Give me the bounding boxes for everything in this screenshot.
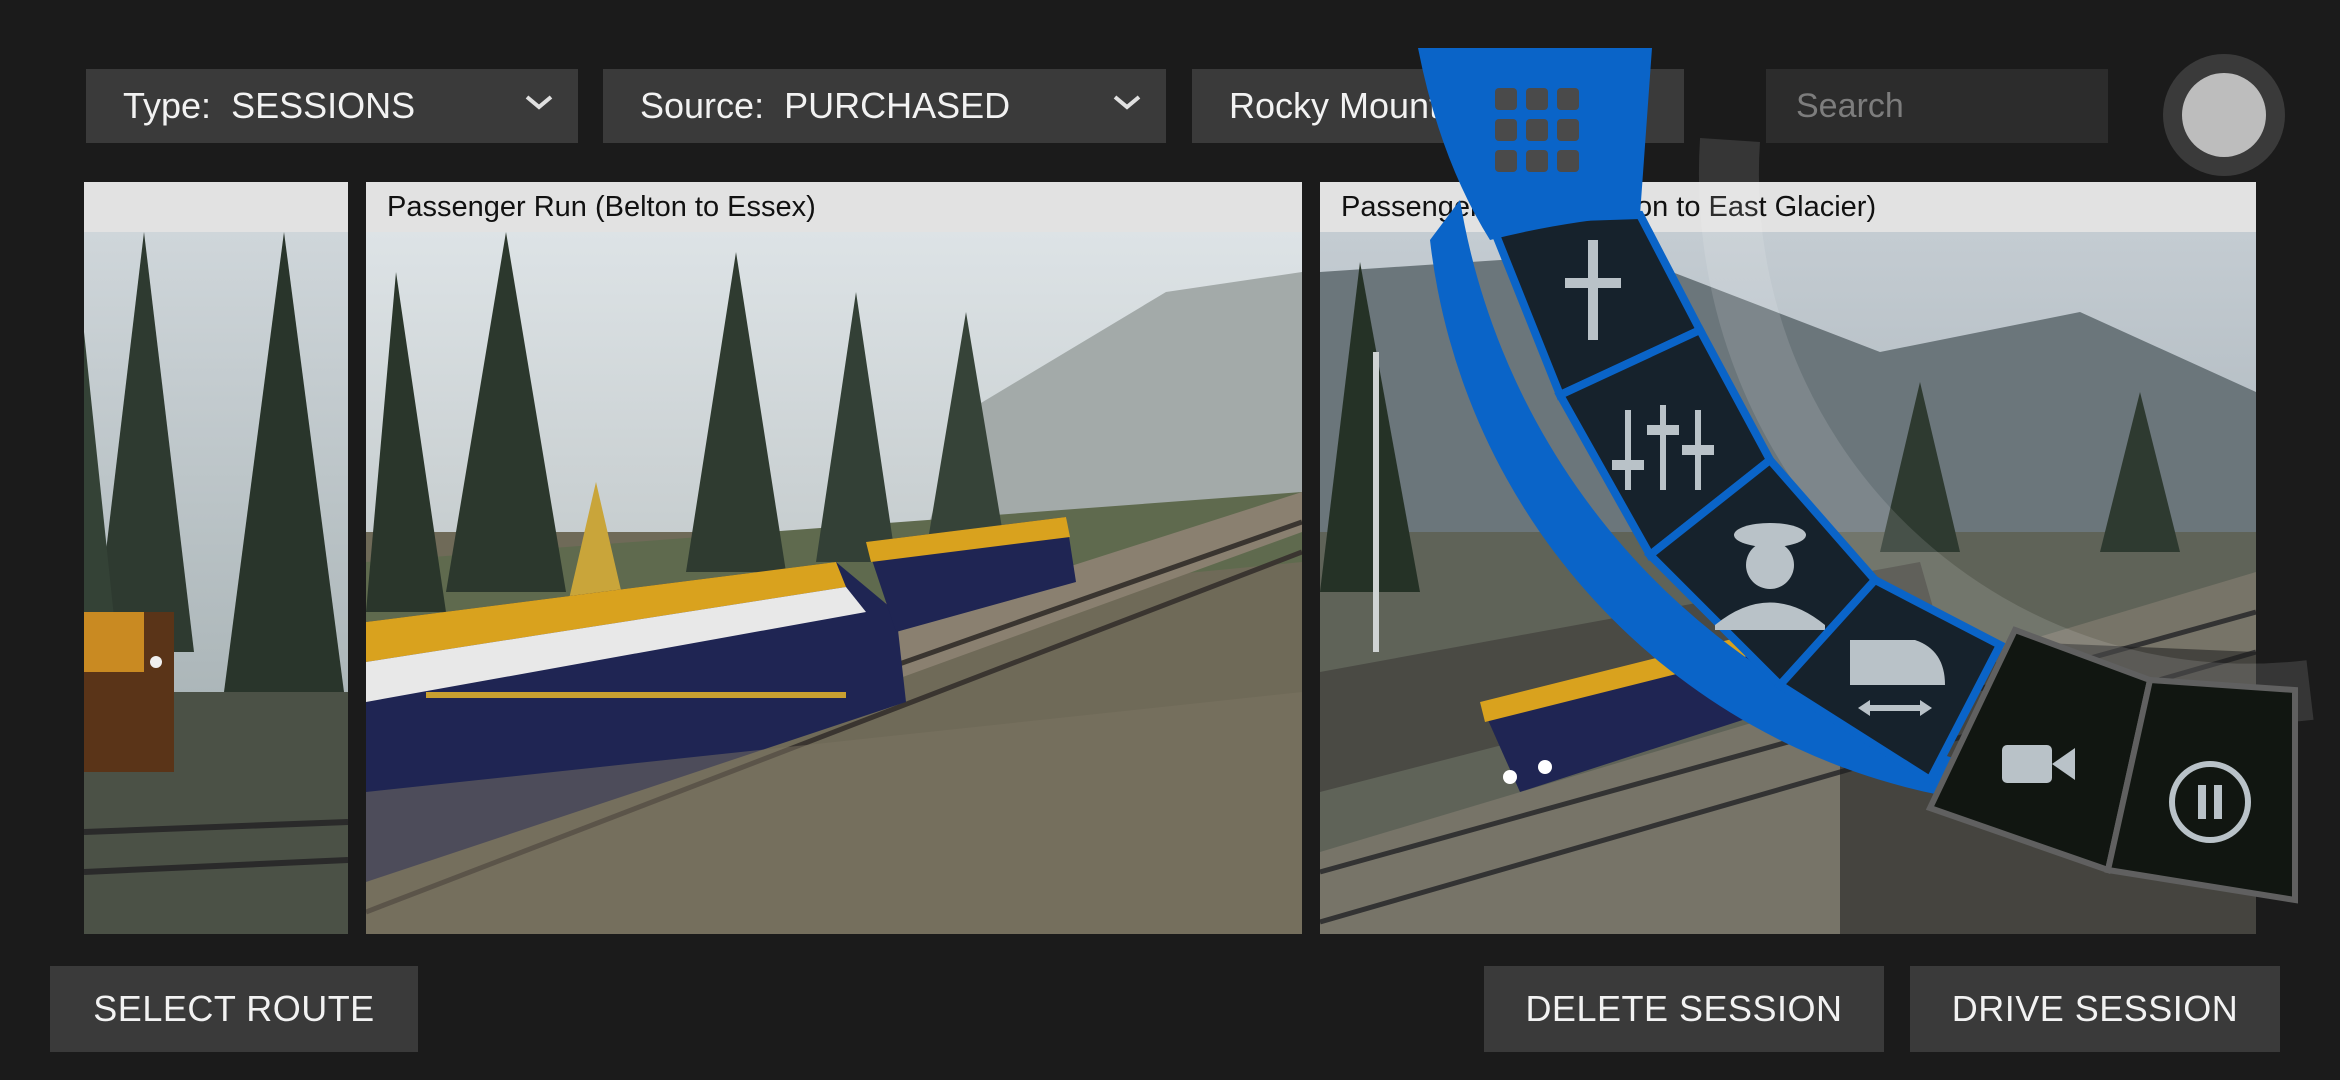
delete-session-button[interactable]: DELETE SESSION <box>1484 966 1884 1052</box>
select-route-button[interactable]: SELECT ROUTE <box>50 966 418 1052</box>
drive-session-button[interactable]: DRIVE SESSION <box>1910 966 2280 1052</box>
sliders-icon <box>1612 405 1714 490</box>
radial-menu <box>1418 48 2314 904</box>
grid-icon <box>1495 88 1579 172</box>
